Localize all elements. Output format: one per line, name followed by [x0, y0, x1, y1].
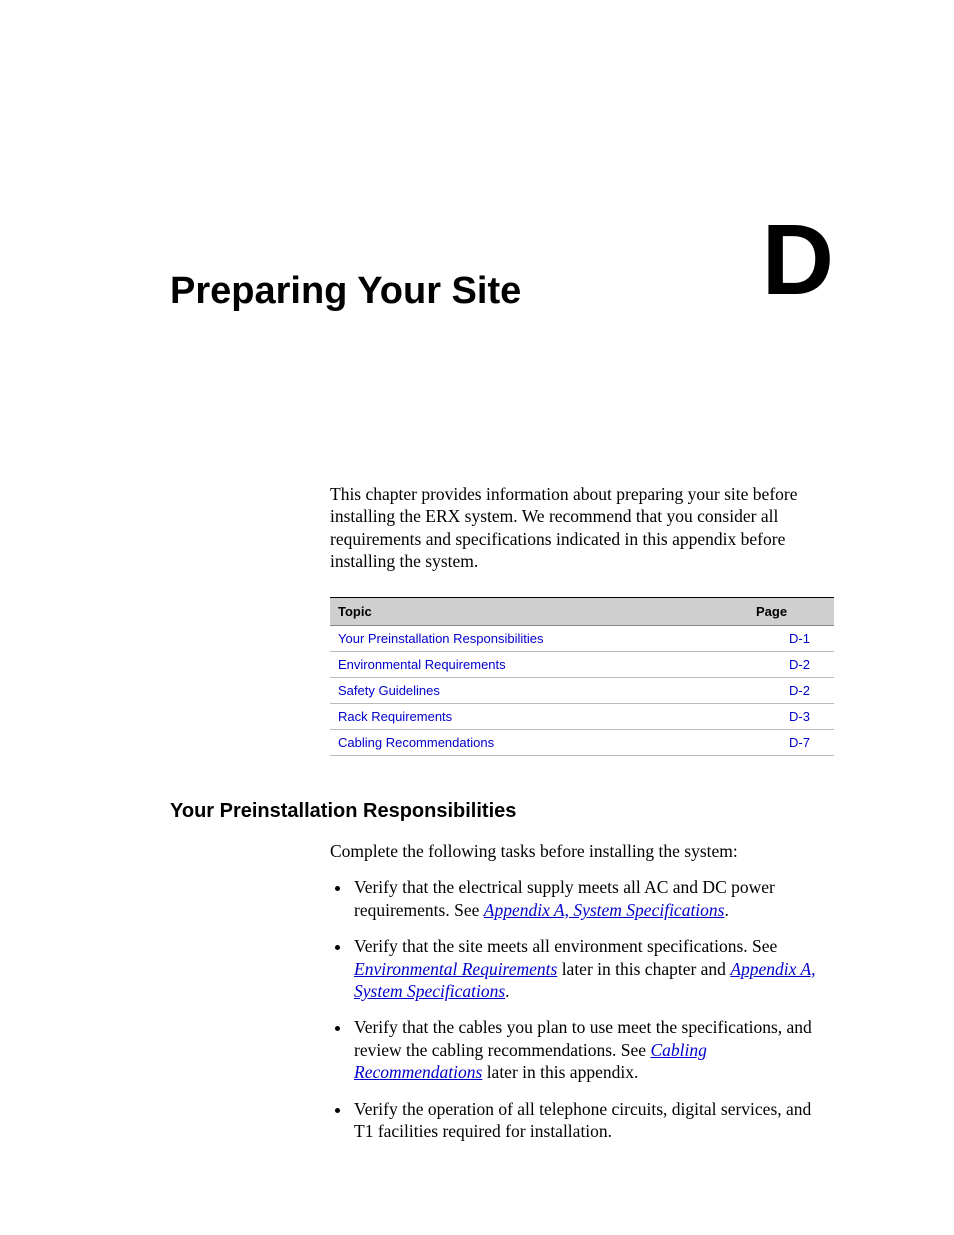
list-item: Verify that the electrical supply meets …	[352, 876, 834, 921]
toc-page-link[interactable]: D-2	[789, 657, 810, 672]
toc-link-rack[interactable]: Rack Requirements	[338, 709, 452, 724]
list-item: Verify that the cables you plan to use m…	[352, 1016, 834, 1083]
bullet-text: .	[724, 900, 728, 920]
toc-page-link[interactable]: D-1	[789, 631, 810, 646]
bullet-text: later in this appendix.	[482, 1062, 638, 1082]
toc-link-safety[interactable]: Safety Guidelines	[338, 683, 440, 698]
toc-row: Cabling Recommendations D-7	[330, 729, 834, 755]
section-heading-preinstallation: Your Preinstallation Responsibilities	[170, 800, 834, 823]
xref-environmental[interactable]: Environmental Requirements	[354, 959, 557, 979]
bullet-text: Verify that the site meets all environme…	[354, 936, 777, 956]
bullet-text: later in this chapter and	[557, 959, 730, 979]
toc-row: Rack Requirements D-3	[330, 703, 834, 729]
toc-table: Topic Page Your Preinstallation Responsi…	[330, 597, 834, 756]
toc-row: Environmental Requirements D-2	[330, 651, 834, 677]
list-item: Verify the operation of all telephone ci…	[352, 1098, 834, 1143]
chapter-title: Preparing Your Site	[170, 270, 834, 313]
bullet-text: .	[505, 981, 509, 1001]
xref-appendix-a[interactable]: Appendix A, System Specifications	[484, 900, 725, 920]
toc-link-preinstallation[interactable]: Your Preinstallation Responsibilities	[338, 631, 543, 646]
bullet-text: Verify the operation of all telephone ci…	[354, 1099, 811, 1141]
list-item: Verify that the site meets all environme…	[352, 935, 834, 1002]
chapter-header: D Preparing Your Site	[170, 270, 834, 313]
toc-header-topic: Topic	[330, 597, 748, 625]
section-intro: Complete the following tasks before inst…	[330, 840, 834, 862]
page-content: D Preparing Your Site This chapter provi…	[0, 0, 954, 1142]
toc-page-link[interactable]: D-7	[789, 735, 810, 750]
toc-link-environmental[interactable]: Environmental Requirements	[338, 657, 506, 672]
toc-page-link[interactable]: D-3	[789, 709, 810, 724]
toc-page-link[interactable]: D-2	[789, 683, 810, 698]
toc-row: Safety Guidelines D-2	[330, 677, 834, 703]
toc-link-cabling[interactable]: Cabling Recommendations	[338, 735, 494, 750]
toc-row: Your Preinstallation Responsibilities D-…	[330, 625, 834, 651]
intro-paragraph: This chapter provides information about …	[330, 483, 834, 573]
bullet-list: Verify that the electrical supply meets …	[330, 876, 834, 1142]
chapter-letter: D	[762, 210, 834, 310]
toc-header-page: Page	[748, 597, 834, 625]
bullet-text: Verify that the cables you plan to use m…	[354, 1017, 812, 1059]
